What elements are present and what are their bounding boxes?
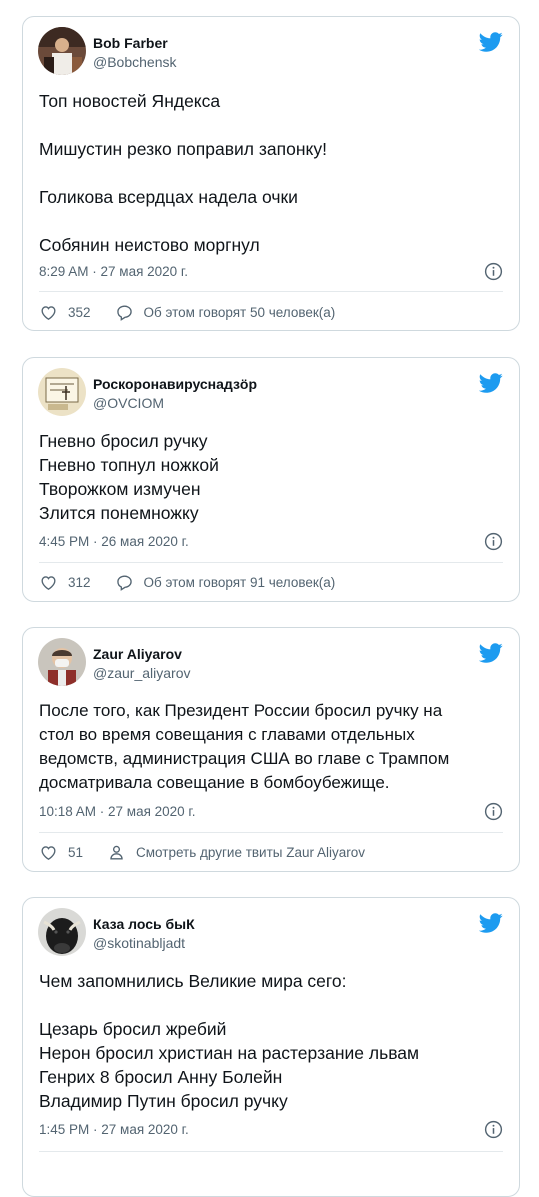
tweet-card[interactable]: Bob Farber @Bobchensk Топ новостей Яндек… bbox=[22, 16, 520, 331]
author-handle[interactable]: @zaur_aliyarov bbox=[93, 665, 190, 682]
tweet-text: Чем запомнились Великие мира сего: Цезар… bbox=[39, 971, 420, 1111]
info-icon[interactable] bbox=[484, 1120, 503, 1139]
tweet-actions: 352 Об этом говорят 50 человек(а) bbox=[39, 303, 335, 322]
author-name[interactable]: Zaur Aliyarov bbox=[93, 646, 182, 663]
heart-icon[interactable] bbox=[39, 303, 58, 322]
info-icon[interactable] bbox=[484, 262, 503, 281]
tweet-actions: 312 Об этом говорят 91 человек(а) bbox=[39, 573, 335, 592]
heart-icon[interactable] bbox=[39, 843, 58, 862]
conversation-link[interactable]: Об этом говорят 91 человек(а) bbox=[144, 575, 336, 590]
twitter-bird-icon[interactable] bbox=[479, 911, 503, 935]
tweet-text: Топ новостей Яндекса Мишустин резко попр… bbox=[39, 91, 327, 255]
info-icon[interactable] bbox=[484, 532, 503, 551]
info-icon[interactable] bbox=[484, 802, 503, 821]
tweet-card[interactable]: Каза лось быК @skotinabljadt Чем запомни… bbox=[22, 897, 520, 1197]
person-icon[interactable] bbox=[107, 843, 126, 862]
tweet-timestamp[interactable]: 4:45 PM · 26 мая 2020 г. bbox=[39, 534, 189, 549]
tweet-text: Гневно бросил ручку Гневно топнул ножкой… bbox=[39, 431, 219, 523]
avatar[interactable] bbox=[38, 368, 86, 416]
divider bbox=[39, 1151, 503, 1152]
twitter-bird-icon[interactable] bbox=[479, 641, 503, 665]
like-count[interactable]: 51 bbox=[68, 845, 83, 860]
author-name[interactable]: Bob Farber bbox=[93, 35, 168, 52]
divider bbox=[39, 832, 503, 833]
reply-icon[interactable] bbox=[115, 303, 134, 322]
reply-icon[interactable] bbox=[115, 573, 134, 592]
author-handle[interactable]: @OVCIOM bbox=[93, 395, 164, 412]
author-handle[interactable]: @skotinabljadt bbox=[93, 935, 185, 952]
heart-icon[interactable] bbox=[39, 573, 58, 592]
tweet-card[interactable]: Zaur Aliyarov @zaur_aliyarov После того,… bbox=[22, 627, 520, 872]
author-name[interactable]: Роскоронавируснадзӧр bbox=[93, 376, 257, 393]
tweet-actions: 51 Смотреть другие твиты Zaur Aliyarov bbox=[39, 843, 365, 862]
avatar[interactable] bbox=[38, 27, 86, 75]
avatar[interactable] bbox=[38, 638, 86, 686]
tweet-timestamp[interactable]: 8:29 AM · 27 мая 2020 г. bbox=[39, 264, 188, 279]
tweet-timestamp[interactable]: 1:45 PM · 27 мая 2020 г. bbox=[39, 1122, 189, 1137]
tweet-text: После того, как Президент России бросил … bbox=[39, 701, 450, 792]
twitter-bird-icon[interactable] bbox=[479, 30, 503, 54]
twitter-bird-icon[interactable] bbox=[479, 371, 503, 395]
divider bbox=[39, 562, 503, 563]
tweet-timestamp[interactable]: 10:18 AM · 27 мая 2020 г. bbox=[39, 804, 195, 819]
more-tweets-link[interactable]: Смотреть другие твиты Zaur Aliyarov bbox=[136, 845, 365, 860]
divider bbox=[39, 291, 503, 292]
author-name[interactable]: Каза лось быК bbox=[93, 916, 195, 933]
like-count[interactable]: 312 bbox=[68, 575, 91, 590]
tweet-card[interactable]: Роскоронавируснадзӧр @OVCIOM Гневно брос… bbox=[22, 357, 520, 602]
avatar[interactable] bbox=[38, 908, 86, 956]
conversation-link[interactable]: Об этом говорят 50 человек(а) bbox=[144, 305, 336, 320]
like-count[interactable]: 352 bbox=[68, 305, 91, 320]
author-handle[interactable]: @Bobchensk bbox=[93, 54, 176, 71]
